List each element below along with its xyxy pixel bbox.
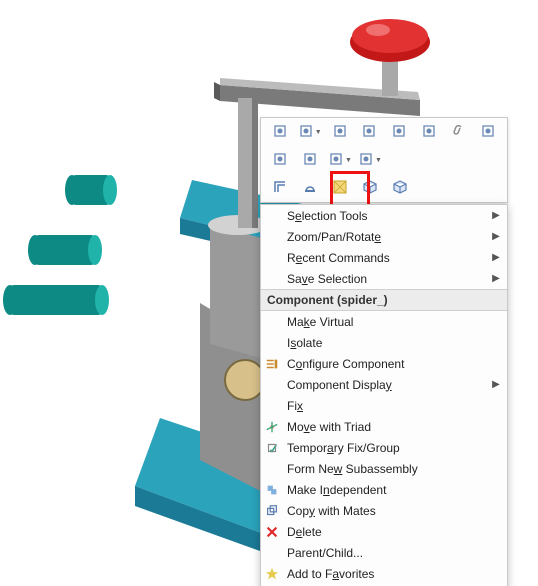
open-part-icon bbox=[272, 151, 288, 170]
section-view-button[interactable] bbox=[416, 119, 442, 145]
menu-item-make-virtual[interactable]: Make Virtual bbox=[261, 311, 507, 332]
blank bbox=[261, 376, 283, 394]
menu-item-form-new-subassembly[interactable]: Form New Subassembly bbox=[261, 458, 507, 479]
edit-sketch-button[interactable] bbox=[327, 119, 353, 145]
context-toolbar: ▼ ▼ ▼ bbox=[260, 117, 508, 203]
menu-item-label: Move with Triad bbox=[283, 420, 491, 434]
attach-icon bbox=[450, 123, 466, 142]
menu-item-isolate[interactable]: Isolate bbox=[261, 332, 507, 353]
menu-item-label: Isolate bbox=[283, 336, 491, 350]
menu-item-label: Selection Tools bbox=[283, 209, 491, 223]
menu-item-label: Component Display bbox=[283, 378, 491, 392]
isolate-tool-icon bbox=[272, 179, 288, 198]
menu-item-label: Make Independent bbox=[283, 483, 491, 497]
menu-item-temporary-fix-group[interactable]: Temporary Fix/Group bbox=[261, 437, 507, 458]
menu-item-parent-child[interactable]: Parent/Child... bbox=[261, 542, 507, 563]
change-transparency-icon bbox=[332, 179, 348, 198]
menu-item-recent-commands[interactable]: Recent Commands▶ bbox=[261, 247, 507, 268]
hide-show-button[interactable]: ▼ bbox=[357, 147, 383, 173]
menu-item-zoom-pan-rotate[interactable]: Zoom/Pan/Rotate▶ bbox=[261, 226, 507, 247]
blank bbox=[261, 397, 283, 415]
configure-icon bbox=[261, 355, 283, 373]
isolate-tool-button[interactable] bbox=[267, 175, 293, 201]
menu-item-label: Configure Component bbox=[283, 357, 491, 371]
edit-feature-button[interactable] bbox=[297, 147, 323, 173]
menu-item-move-with-triad[interactable]: Move with Triad bbox=[261, 416, 507, 437]
annotations-icon bbox=[480, 123, 496, 142]
menu-item-label: Form New Subassembly bbox=[283, 462, 491, 476]
section-view-icon bbox=[421, 123, 437, 142]
attach-button[interactable] bbox=[446, 119, 472, 145]
mass-properties-button[interactable] bbox=[386, 119, 412, 145]
submenu-arrow-icon: ▶ bbox=[491, 273, 501, 284]
context-menu: Selection Tools▶Zoom/Pan/Rotate▶Recent C… bbox=[260, 204, 508, 586]
submenu-arrow-icon: ▶ bbox=[491, 252, 501, 263]
menu-item-copy-with-mates[interactable]: Copy with Mates bbox=[261, 500, 507, 521]
menu-item-add-to-favorites[interactable]: Add to Favorites bbox=[261, 563, 507, 584]
blank bbox=[261, 228, 283, 246]
blank bbox=[261, 249, 283, 267]
mates-button[interactable] bbox=[297, 175, 323, 201]
blank bbox=[261, 313, 283, 331]
menu-item-make-independent[interactable]: Make Independent bbox=[261, 479, 507, 500]
edit-sketch-icon bbox=[332, 123, 348, 142]
dropdown-caret-icon: ▼ bbox=[345, 157, 352, 164]
menu-item-label: Parent/Child... bbox=[283, 546, 491, 560]
appearance-icon bbox=[328, 151, 344, 170]
open-part-button[interactable] bbox=[267, 147, 293, 173]
measure-button[interactable] bbox=[356, 119, 382, 145]
menu-item-delete[interactable]: Delete bbox=[261, 521, 507, 542]
view-orientation-button[interactable] bbox=[267, 119, 293, 145]
triad-icon bbox=[261, 418, 283, 436]
pins-group bbox=[3, 175, 117, 315]
annotations-button[interactable] bbox=[475, 119, 501, 145]
mates-icon bbox=[302, 179, 318, 198]
blank bbox=[261, 460, 283, 478]
menu-item-label: Save Selection bbox=[283, 272, 491, 286]
box-explode-icon bbox=[392, 179, 408, 198]
favorites-icon bbox=[261, 565, 283, 583]
independent-icon bbox=[261, 481, 283, 499]
menu-item-component-display[interactable]: Component Display▶ bbox=[261, 374, 507, 395]
menu-item-label: Delete bbox=[283, 525, 491, 539]
menu-item-fix[interactable]: Fix bbox=[261, 395, 507, 416]
blank bbox=[261, 544, 283, 562]
menu-item-label: Copy with Mates bbox=[283, 504, 491, 518]
menu-item-label: Recent Commands bbox=[283, 251, 491, 265]
box-iso-button[interactable] bbox=[357, 175, 383, 201]
measure-icon bbox=[361, 123, 377, 142]
dropdown-caret-icon: ▼ bbox=[315, 129, 322, 136]
copymates-icon bbox=[261, 502, 283, 520]
edit-feature-icon bbox=[302, 151, 318, 170]
tempfix-icon bbox=[261, 439, 283, 457]
blank bbox=[261, 207, 283, 225]
view-orientation-icon bbox=[272, 123, 288, 142]
menu-item-configure-component[interactable]: Configure Component bbox=[261, 353, 507, 374]
menu-item-label: Fix bbox=[283, 399, 491, 413]
mass-properties-icon bbox=[391, 123, 407, 142]
box-explode-button[interactable] bbox=[387, 175, 413, 201]
blank bbox=[261, 334, 283, 352]
delete-icon bbox=[261, 523, 283, 541]
submenu-arrow-icon: ▶ bbox=[491, 231, 501, 242]
submenu-arrow-icon: ▶ bbox=[491, 379, 501, 390]
menu-item-label: Zoom/Pan/Rotate bbox=[283, 230, 491, 244]
menu-header-component: Component (spider_) bbox=[261, 289, 507, 311]
menu-item-label: Add to Favorites bbox=[283, 567, 491, 581]
handle-knob bbox=[350, 19, 430, 96]
hlr-display-icon bbox=[298, 123, 314, 142]
menu-item-selection-tools[interactable]: Selection Tools▶ bbox=[261, 205, 507, 226]
change-transparency-button[interactable] bbox=[327, 175, 353, 201]
box-iso-icon bbox=[362, 179, 378, 198]
blank bbox=[261, 270, 283, 288]
appearance-button[interactable]: ▼ bbox=[327, 147, 353, 173]
hlr-display-button[interactable]: ▼ bbox=[297, 119, 323, 145]
dropdown-caret-icon: ▼ bbox=[375, 157, 382, 164]
menu-item-save-selection[interactable]: Save Selection▶ bbox=[261, 268, 507, 289]
menu-item-label: Make Virtual bbox=[283, 315, 491, 329]
menu-item-label: Temporary Fix/Group bbox=[283, 441, 491, 455]
submenu-arrow-icon: ▶ bbox=[491, 210, 501, 221]
hide-show-icon bbox=[358, 151, 374, 170]
